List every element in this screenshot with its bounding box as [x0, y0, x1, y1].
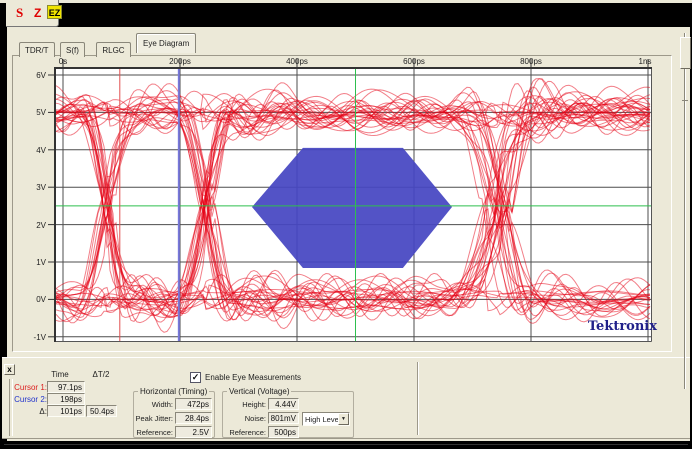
enable-eye-measurements-label: Enable Eye Measurements	[205, 373, 301, 382]
noise-level-select[interactable]: High Level ▼	[302, 412, 350, 426]
close-panel-button[interactable]: x	[4, 364, 15, 375]
cursor1-time-field[interactable]: 97.1ps	[47, 381, 85, 393]
right-slider-thumb[interactable]	[680, 37, 691, 69]
window-bottom-edge	[4, 444, 688, 445]
panel-divider	[417, 362, 419, 435]
height-field[interactable]: 4.44V	[268, 398, 299, 410]
height-label: Height:	[242, 400, 266, 409]
right-slider-tick	[682, 100, 688, 101]
toolbar-icon-patch: S Z EZ	[6, 0, 59, 27]
chevron-down-icon[interactable]: ▼	[338, 413, 349, 425]
voltage-reference-field[interactable]: 500ps	[268, 426, 299, 438]
right-slider-track[interactable]	[684, 33, 686, 389]
tab-s-f[interactable]: S(f)	[60, 42, 85, 57]
delta-t-half-field[interactable]: 50.4ps	[86, 405, 117, 417]
delta-time-field[interactable]: 101ps	[47, 405, 85, 417]
tab-eye-diagram[interactable]: Eye Diagram	[136, 33, 196, 53]
delta-label: Δ:	[39, 407, 47, 416]
horizontal-timing-group: Horizontal (Timing) Width: 472ps Peak Ji…	[133, 391, 215, 438]
timing-reference-label: Reference:	[136, 428, 173, 437]
tab-rlgc[interactable]: RLGC	[96, 42, 130, 57]
time-column-header: Time	[40, 370, 80, 379]
voltage-reference-label: Reference:	[229, 428, 266, 437]
timing-reference-field[interactable]: 2.5V	[175, 426, 212, 438]
cursor2-label: Cursor 2:	[14, 395, 47, 404]
peak-jitter-label: Peak Jitter:	[135, 414, 173, 423]
peak-jitter-field[interactable]: 28.4ps	[175, 412, 212, 424]
tab-strip: TDR/T S(f) RLGC Eye Diagram	[19, 33, 197, 55]
vertical-voltage-group: Vertical (Voltage) Height: 4.44V Noise: …	[222, 391, 354, 438]
width-field[interactable]: 472ps	[175, 398, 212, 410]
tab-tdr-t[interactable]: TDR/T	[19, 42, 55, 57]
plot-panel	[12, 55, 672, 352]
panel-grip[interactable]	[9, 379, 13, 436]
noise-label: Noise:	[245, 414, 266, 423]
width-label: Width:	[152, 400, 173, 409]
noise-field[interactable]: 801mV	[268, 412, 299, 424]
cursor1-label: Cursor 1:	[14, 383, 47, 392]
titlebar	[0, 3, 692, 27]
impedance-icon[interactable]: Z	[34, 6, 41, 20]
cursor2-time-field[interactable]: 198ps	[47, 393, 85, 405]
eye-z-icon[interactable]: EZ	[47, 5, 62, 19]
noise-level-selected-value: High Level	[305, 415, 340, 424]
delta-t-half-column-header: ΔT/2	[81, 370, 121, 379]
horizontal-timing-title: Horizontal (Timing)	[138, 387, 209, 396]
s-parameters-icon[interactable]: S	[16, 5, 23, 21]
measurement-panel: x Time ΔT/2 Cursor 1: 97.1ps Cursor 2: 1…	[2, 357, 690, 439]
enable-eye-measurements-checkbox[interactable]: ✓	[190, 372, 201, 383]
vertical-voltage-title: Vertical (Voltage)	[227, 387, 291, 396]
